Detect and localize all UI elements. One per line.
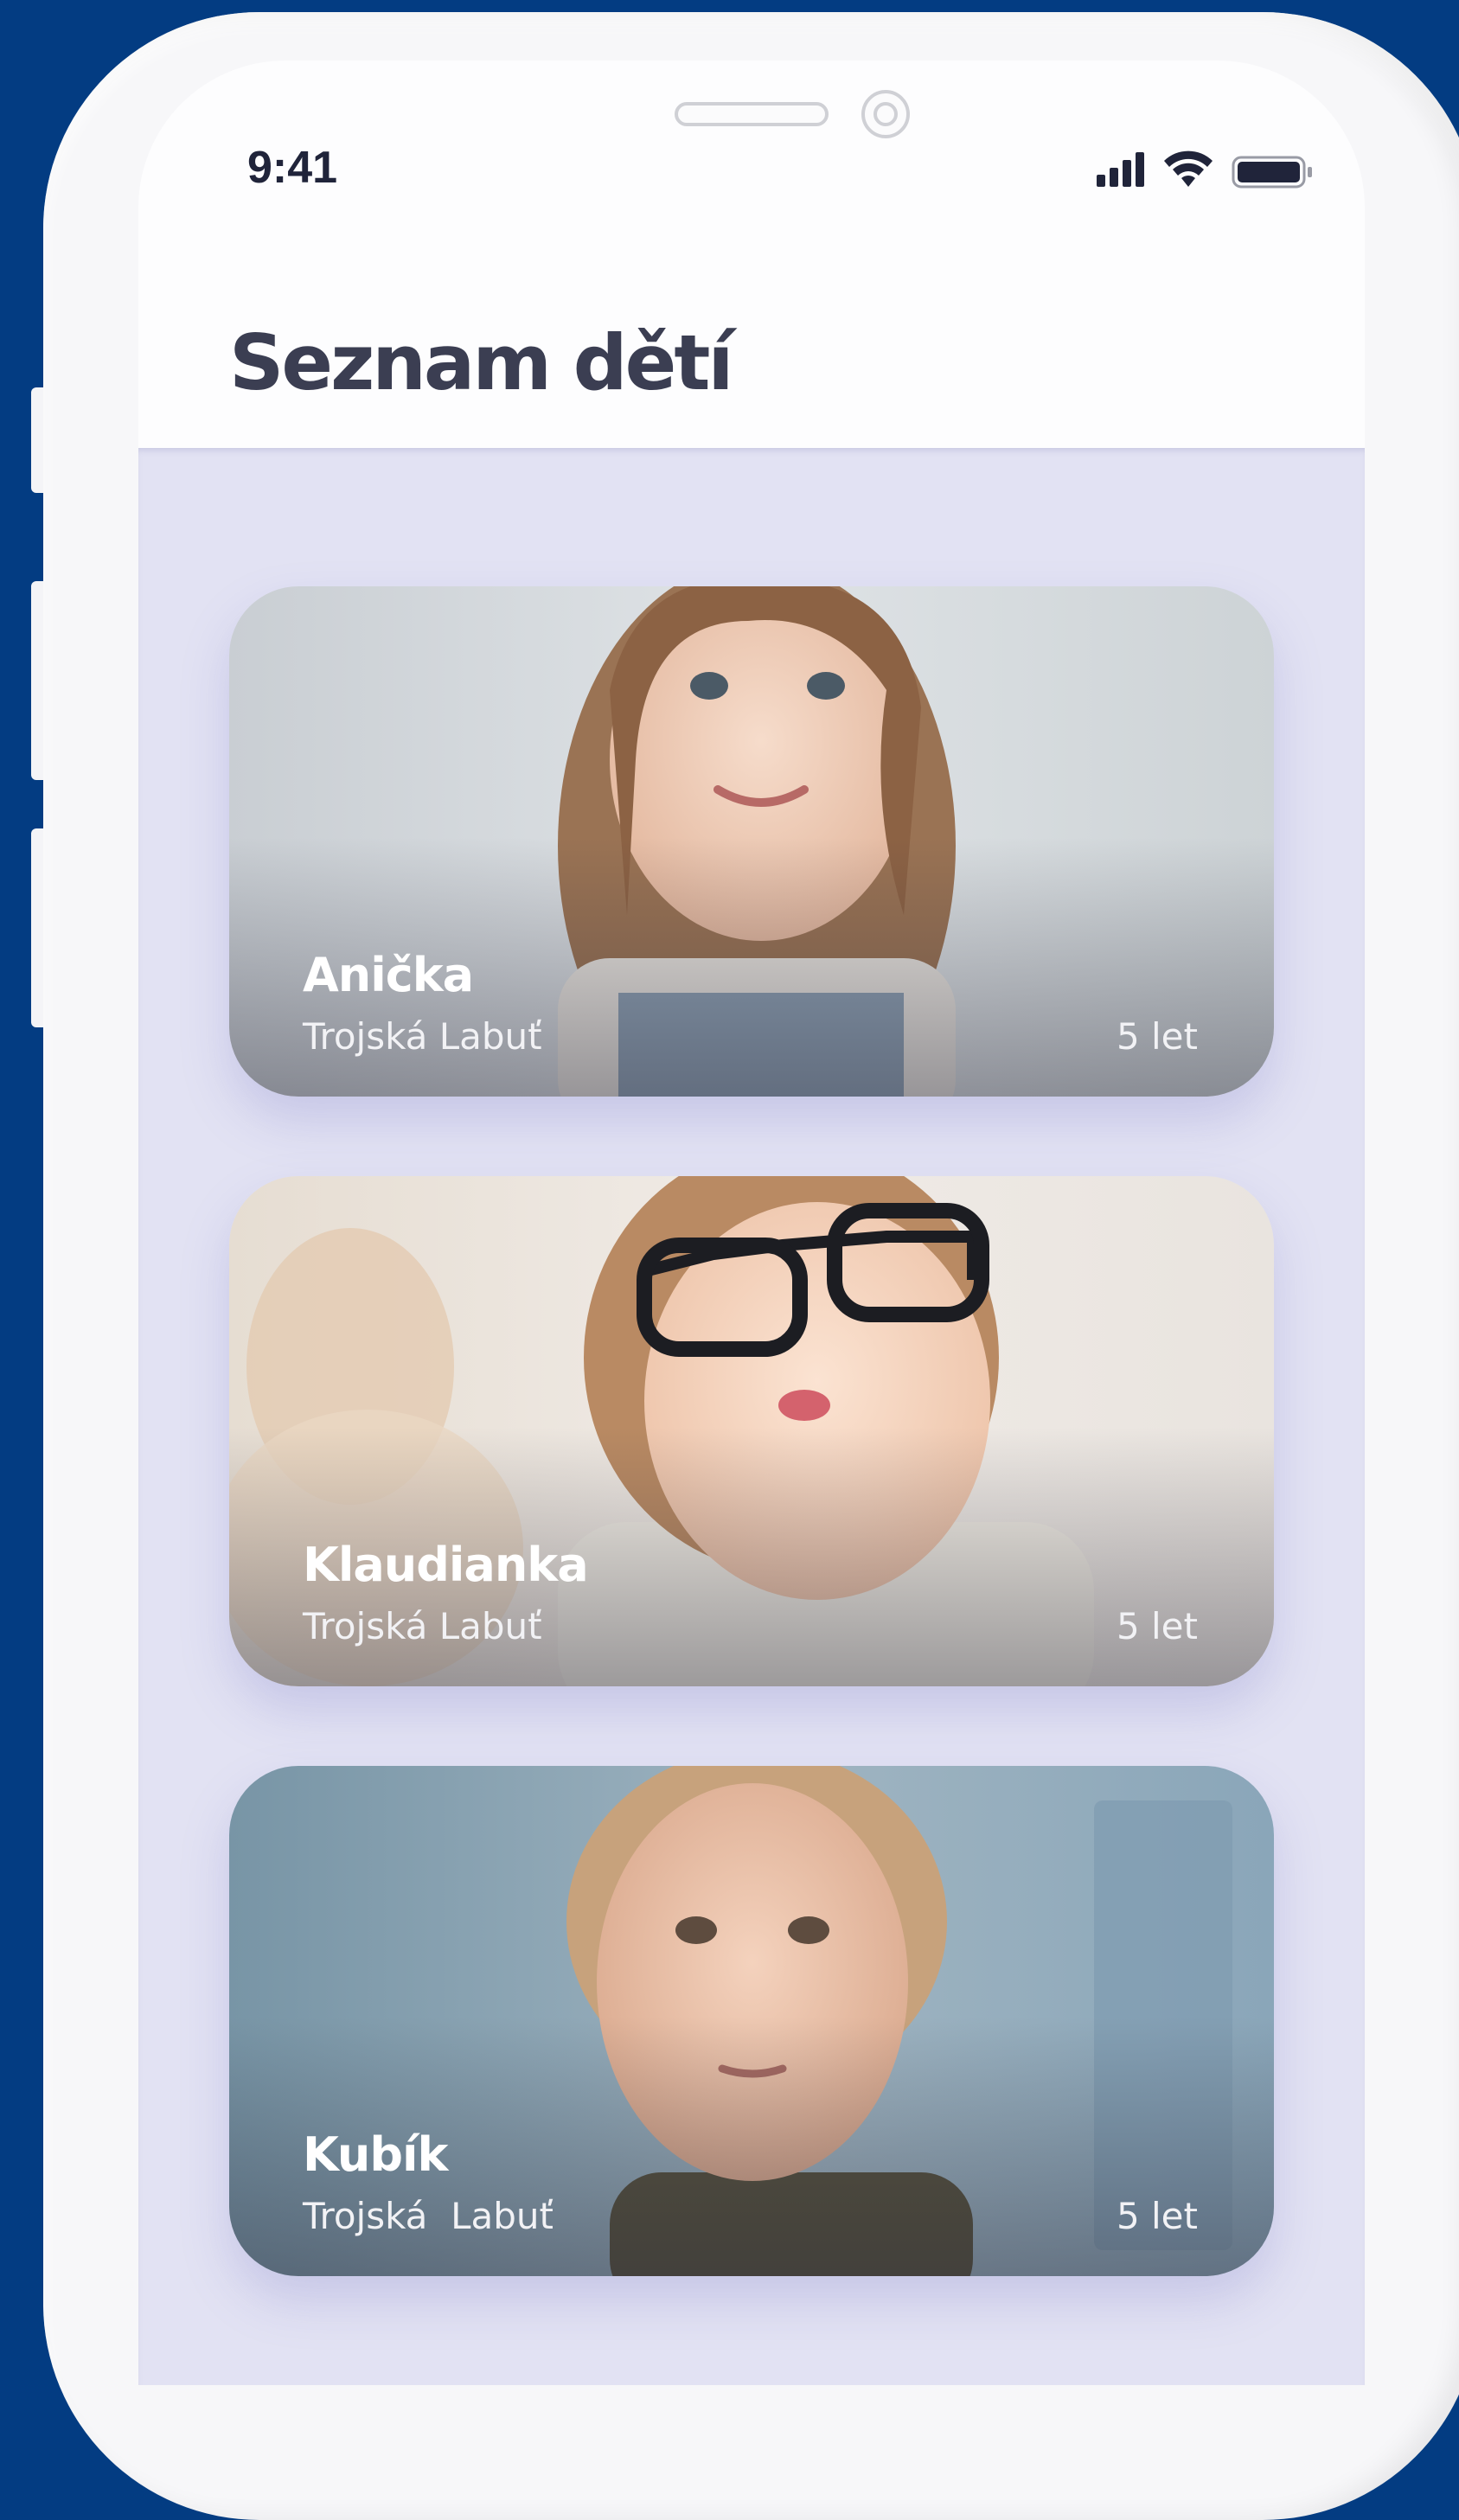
child-card[interactable]: Anička Trojská Labuť 5 let [229, 586, 1274, 1097]
child-name: Kubík [303, 2127, 448, 2182]
cellular-signal-icon [1097, 152, 1144, 187]
child-school: Trojská Labuť [303, 2195, 554, 2237]
mute-switch [31, 387, 43, 493]
child-school: Trojská Labuť [303, 1605, 542, 1647]
child-school: Trojská Labuť [303, 1015, 542, 1058]
child-card[interactable]: Kubík Trojská Labuť 5 let [229, 1766, 1274, 2276]
status-icons [1097, 149, 1321, 192]
battery-icon [1232, 156, 1312, 189]
child-name: Anička [303, 948, 474, 1002]
child-age: 5 let [1116, 2195, 1198, 2237]
front-camera [861, 90, 910, 138]
child-card[interactable]: Klaudianka Trojská Labuť 5 let [229, 1176, 1274, 1686]
speaker-grille [675, 102, 829, 126]
page-title: Seznam dětí [229, 318, 734, 407]
child-age: 5 let [1116, 1605, 1198, 1647]
child-name: Klaudianka [303, 1538, 589, 1592]
child-age: 5 let [1116, 1015, 1198, 1058]
wifi-icon [1164, 150, 1213, 187]
status-time: 9:41 [247, 143, 338, 193]
volume-down-button [31, 828, 43, 1027]
volume-up-button [31, 581, 43, 780]
